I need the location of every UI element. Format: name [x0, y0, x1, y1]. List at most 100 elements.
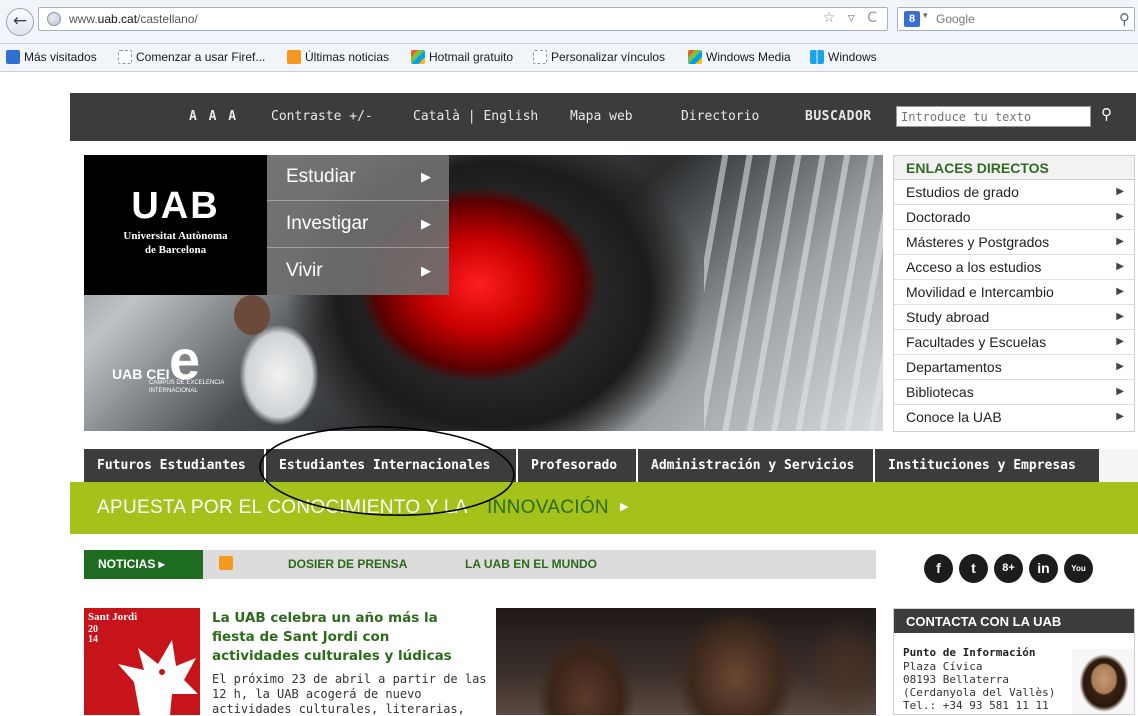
cei-badge: e UAB CEI CAMPUS DE EXCELENCIA INTERNACI… — [112, 332, 262, 410]
dragon-icon — [118, 640, 198, 715]
hero-scaffold — [704, 155, 883, 431]
direct-link-item[interactable]: Facultades y Escuelas ▶ — [894, 330, 1134, 355]
direct-link-item[interactable]: Másteres y Postgrados ▶ — [894, 230, 1134, 255]
chevron-right-icon: ▶ — [421, 169, 431, 184]
hero-menu-vivir[interactable]: Vivir ▶ — [267, 249, 449, 295]
news-summary: 12 h, la UAB acogerá de nuevo — [212, 687, 422, 701]
bookmarks-bar: Más visitados Comenzar a usar Firef... Ú… — [0, 44, 1138, 72]
innovation-banner[interactable]: APUESTA POR EL CONOCIMIENTO Y LA INNOVAC… — [70, 482, 1138, 534]
uab-logo-mark: UAB — [131, 185, 220, 227]
chevron-right-icon: ▶ — [1116, 411, 1124, 422]
contact-heading: Punto de Información — [903, 646, 1036, 659]
bookmark-firefox[interactable]: Comenzar a usar Firef... — [118, 50, 265, 64]
facebook-icon[interactable]: f — [924, 554, 953, 583]
news-photo-students[interactable] — [496, 608, 876, 715]
chevron-right-icon: ▶ — [1116, 286, 1124, 297]
dropdown-arrow-icon[interactable]: ▾ — [923, 11, 928, 21]
chevron-right-icon: ▶ — [1116, 236, 1124, 247]
chevron-right-icon: ▶ — [1116, 361, 1124, 372]
google-icon[interactable]: 8 — [904, 11, 920, 27]
news-headline[interactable]: fiesta de Sant Jordi con — [212, 629, 389, 645]
bookmark-most-visited[interactable]: Más visitados — [6, 50, 97, 64]
chevron-right-icon: ▶ — [1116, 186, 1124, 197]
contrast-toggle[interactable]: Contraste +/- — [271, 109, 373, 124]
thumb-year: 14 — [88, 634, 98, 645]
uab-logo[interactable]: UAB Universitat Autònoma de Barcelona — [84, 155, 267, 295]
rss-icon — [287, 50, 301, 64]
direct-link-item[interactable]: Acceso a los estudios ▶ — [894, 255, 1134, 280]
contact-line: 08193 Bellaterra — [903, 673, 1009, 686]
msn-butterfly-icon — [411, 50, 425, 64]
font-size-toggle[interactable]: A A A — [189, 109, 238, 124]
twitter-icon[interactable]: t — [959, 554, 988, 583]
magnifier-icon[interactable]: ⚲ — [1119, 10, 1130, 28]
bookmark-hotmail[interactable]: Hotmail gratuito — [411, 50, 513, 64]
browser-search-bar[interactable]: 8 ▾ Google ⚲ — [897, 7, 1135, 31]
contact-line: Tel.: +34 93 581 11 11 — [903, 699, 1049, 712]
youtube-icon[interactable]: You — [1064, 554, 1093, 583]
chevron-right-icon: ▶ — [1116, 336, 1124, 347]
direct-link-item[interactable]: Study abroad ▶ — [894, 305, 1134, 330]
blank-page-icon — [118, 50, 132, 64]
site-search-input[interactable] — [896, 106, 1091, 127]
news-headline[interactable]: actividades culturales y lúdicas — [212, 648, 452, 664]
back-arrow-icon: ← — [12, 11, 28, 31]
chevron-right-icon: ▶ — [421, 263, 431, 278]
bookmark-customize[interactable]: Personalizar vínculos — [533, 50, 665, 64]
bookmark-star-icon[interactable]: ☆ ▿ C — [823, 10, 881, 26]
hero-menu: Estudiar ▶ Investigar ▶ Vivir ▶ — [267, 155, 449, 295]
tab-uab-en-el-mundo[interactable]: LA UAB EN EL MUNDO — [465, 557, 597, 571]
cei-line2: INTERNACIONAL — [149, 388, 198, 394]
direct-link-item[interactable]: Conoce la UAB ▶ — [894, 405, 1134, 430]
direct-link-item[interactable]: Departamentos ▶ — [894, 355, 1134, 380]
search-icon[interactable]: ⚲ — [1101, 105, 1112, 123]
directory-link[interactable]: Directorio — [681, 109, 759, 124]
googleplus-icon[interactable]: 8+ — [994, 554, 1023, 583]
sitemap-link[interactable]: Mapa web — [570, 109, 633, 124]
hero-menu-investigar[interactable]: Investigar ▶ — [267, 202, 449, 248]
audience-nav: Futuros Estudiantes Estudiantes Internac… — [84, 449, 1138, 482]
thumb-title: Sant Jordi — [88, 611, 138, 623]
utility-bar: A A A Contraste +/- Català | English Map… — [70, 93, 1136, 141]
chevron-right-icon: ▶ — [1116, 386, 1124, 397]
news-headline[interactable]: La UAB celebra un año más la — [212, 610, 438, 626]
bookmark-windows-media[interactable]: Windows Media — [688, 50, 791, 64]
language-switch[interactable]: Català | English — [413, 109, 538, 124]
bookmark-windows[interactable]: Windows — [810, 50, 877, 64]
msn-butterfly-icon — [688, 50, 702, 64]
address-bar[interactable]: www.uab.cat/castellano/ ☆ ▿ C — [38, 7, 888, 31]
social-links: f t 8+ in You — [924, 554, 1104, 586]
contact-title[interactable]: CONTACTA CON LA UAB — [894, 609, 1134, 633]
url-text[interactable]: www.uab.cat/castellano/ — [69, 12, 198, 26]
uab-logo-name-line1: Universitat Autònoma — [123, 230, 228, 242]
search-label: BUSCADOR — [805, 109, 872, 124]
linkedin-icon[interactable]: in — [1029, 554, 1058, 583]
direct-link-item[interactable]: Bibliotecas ▶ — [894, 380, 1134, 405]
audience-administracion[interactable]: Administración y Servicios — [638, 449, 873, 482]
hero-menu-estudiar[interactable]: Estudiar ▶ — [267, 155, 449, 201]
audience-instituciones[interactable]: Instituciones y Empresas — [875, 449, 1099, 482]
contact-line: (Cerdanyola del Vallès) — [903, 686, 1056, 699]
audience-nav-fill — [1099, 449, 1138, 482]
contact-panel: CONTACTA CON LA UAB Punto de Información… — [893, 608, 1135, 715]
direct-link-item[interactable]: Doctorado ▶ — [894, 205, 1134, 230]
browser-toolbar: ← www.uab.cat/castellano/ ☆ ▿ C 8 ▾ Goog… — [0, 0, 1138, 44]
chevron-right-icon: ▶ — [1116, 211, 1124, 222]
uab-logo-name-line2: de Barcelona — [144, 244, 207, 256]
chevron-right-icon: ▶ — [1116, 311, 1124, 322]
globe-icon — [47, 12, 61, 26]
audience-futuros-estudiantes[interactable]: Futuros Estudiantes — [84, 449, 264, 482]
search-engine-placeholder[interactable]: Google — [936, 12, 975, 26]
audience-profesorado[interactable]: Profesorado — [518, 449, 636, 482]
direct-links-panel: ENLACES DIRECTOS Estudios de grado ▶ Doct… — [893, 155, 1135, 432]
hand-drawn-circle-annotation — [259, 426, 515, 516]
news-thumbnail-sant-jordi[interactable]: Sant Jordi 20 14 — [84, 608, 200, 715]
back-button[interactable]: ← — [6, 8, 34, 36]
cei-line1: CAMPUS DE EXCELENCIA — [149, 380, 225, 386]
direct-link-item[interactable]: Estudios de grado ▶ — [894, 180, 1134, 205]
rss-icon[interactable] — [219, 556, 233, 570]
tab-noticias[interactable]: NOTICIAS ▸ — [84, 550, 203, 579]
bookmark-news[interactable]: Últimas noticias — [287, 50, 389, 64]
tab-dosier-prensa[interactable]: DOSIER DE PRENSA — [288, 557, 407, 571]
direct-link-item[interactable]: Movilidad e Intercambio ▶ — [894, 280, 1134, 305]
